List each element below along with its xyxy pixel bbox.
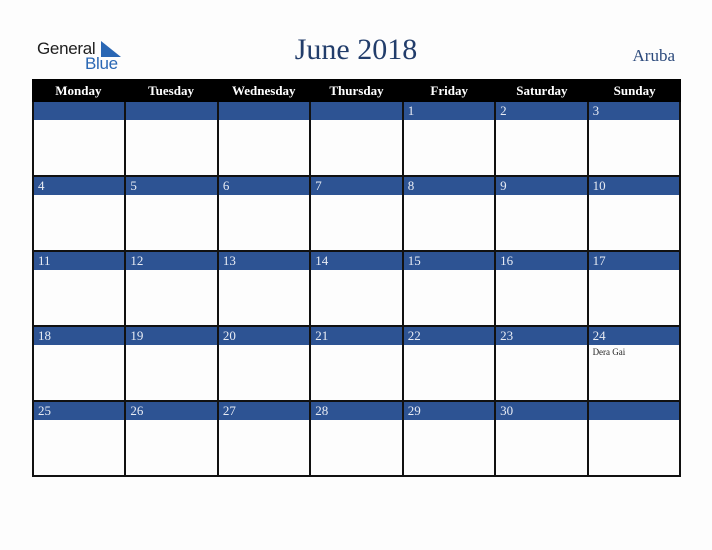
day-cell[interactable]: 24 Dera Gai	[588, 327, 681, 402]
weekday-wednesday: Wednesday	[231, 83, 296, 98]
holiday-event: Dera Gai	[592, 347, 626, 357]
day-number: 17	[588, 252, 679, 270]
weekday-friday: Friday	[430, 83, 468, 98]
day-number: 28	[311, 402, 402, 420]
weekday-saturday: Saturday	[516, 83, 568, 98]
week-row: 4 5 6 7 8 9 10	[32, 177, 681, 252]
day-cell[interactable]: 11	[34, 252, 127, 327]
day-number: 6	[218, 177, 310, 195]
day-cell[interactable]	[218, 102, 312, 177]
day-number: 9	[496, 177, 587, 195]
day-number: 5	[126, 177, 217, 195]
week-row: 18 19 20 21 22 23 24 Dera Gai	[32, 327, 681, 402]
day-number: 7	[311, 177, 402, 195]
day-cell[interactable]: 20	[218, 327, 312, 402]
day-cell[interactable]: 4	[34, 177, 127, 252]
day-cell[interactable]: 29	[403, 402, 497, 477]
weekday-monday: Monday	[55, 83, 102, 98]
day-cell[interactable]: 26	[126, 402, 219, 477]
day-cell[interactable]: 17	[588, 252, 681, 327]
day-cell[interactable]: 14	[311, 252, 404, 327]
day-number: 23	[496, 327, 587, 345]
day-number: 18	[34, 327, 125, 345]
country-label: Aruba	[632, 46, 675, 65]
weekday-thursday: Thursday	[329, 83, 384, 98]
day-cell[interactable]	[126, 102, 219, 177]
week-row: 25 26 27 28 29 30	[32, 402, 681, 477]
day-cell[interactable]: 28	[311, 402, 404, 477]
day-cell[interactable]: 6	[218, 177, 312, 252]
day-number: 4	[34, 177, 125, 195]
day-cell[interactable]	[34, 102, 127, 177]
day-number: 8	[403, 177, 495, 195]
day-number	[588, 402, 679, 420]
week-row: 123	[32, 102, 681, 177]
day-number	[126, 102, 217, 120]
day-cell[interactable]: 10	[588, 177, 681, 252]
day-cell[interactable]	[311, 102, 404, 177]
calendar-grid: Monday Tuesday Wednesday Thursday Friday Satu…	[32, 79, 681, 477]
day-cell[interactable]: 1	[403, 102, 497, 177]
day-number: 16	[496, 252, 587, 270]
day-cell[interactable]: 19	[126, 327, 219, 402]
day-number: 20	[218, 327, 310, 345]
day-cell[interactable]	[588, 402, 681, 477]
day-cell[interactable]: 25	[34, 402, 127, 477]
day-cell[interactable]: 5	[126, 177, 219, 252]
day-cell[interactable]: 16	[496, 252, 589, 327]
day-number	[311, 102, 402, 120]
day-cell[interactable]: 23	[496, 327, 589, 402]
day-number: 13	[218, 252, 310, 270]
day-cell[interactable]: 27	[218, 402, 312, 477]
day-number: 29	[403, 402, 495, 420]
day-cell[interactable]: 21	[311, 327, 404, 402]
day-number: 19	[126, 327, 217, 345]
day-number	[218, 102, 310, 120]
day-cell[interactable]: 18	[34, 327, 127, 402]
day-number: 21	[311, 327, 402, 345]
day-number: 12	[126, 252, 217, 270]
day-number: 11	[34, 252, 125, 270]
day-number: 10	[588, 177, 679, 195]
day-cell[interactable]: 13	[218, 252, 312, 327]
day-cell[interactable]: 9	[496, 177, 589, 252]
day-cell[interactable]: 3	[588, 102, 681, 177]
day-number: 24	[588, 327, 679, 345]
day-cell[interactable]: 8	[403, 177, 497, 252]
day-cell[interactable]: 7	[311, 177, 404, 252]
weekday-header: Monday Tuesday Wednesday Thursday Friday Satu…	[32, 79, 681, 102]
calendar-title: June 2018	[294, 33, 418, 66]
weekday-tuesday: Tuesday	[148, 83, 194, 98]
day-number: 26	[126, 402, 217, 420]
day-number: 3	[588, 102, 679, 120]
week-row: 11 12 13 14 15 16 17	[32, 252, 681, 327]
weekday-sunday: Sunday	[613, 83, 656, 98]
day-number: 25	[34, 402, 125, 420]
day-number: 14	[311, 252, 402, 270]
day-cell[interactable]: 22	[403, 327, 497, 402]
day-number: 15	[403, 252, 495, 270]
day-number	[34, 102, 125, 120]
day-cell[interactable]: 2	[496, 102, 589, 177]
day-number: 2	[496, 102, 587, 120]
day-cell[interactable]: 15	[403, 252, 497, 327]
day-number: 22	[403, 327, 495, 345]
calendar-weeks: 1 2 3 4 5 6 7 8 9 10 11 12 13 14 15 16 17 18 19 20 21 22 23 24 D…	[32, 102, 681, 477]
day-number: 30	[496, 402, 587, 420]
day-cell[interactable]: 12	[126, 252, 219, 327]
day-number: 27	[218, 402, 310, 420]
day-number: 1	[403, 102, 495, 120]
day-cell[interactable]: 30	[496, 402, 589, 477]
